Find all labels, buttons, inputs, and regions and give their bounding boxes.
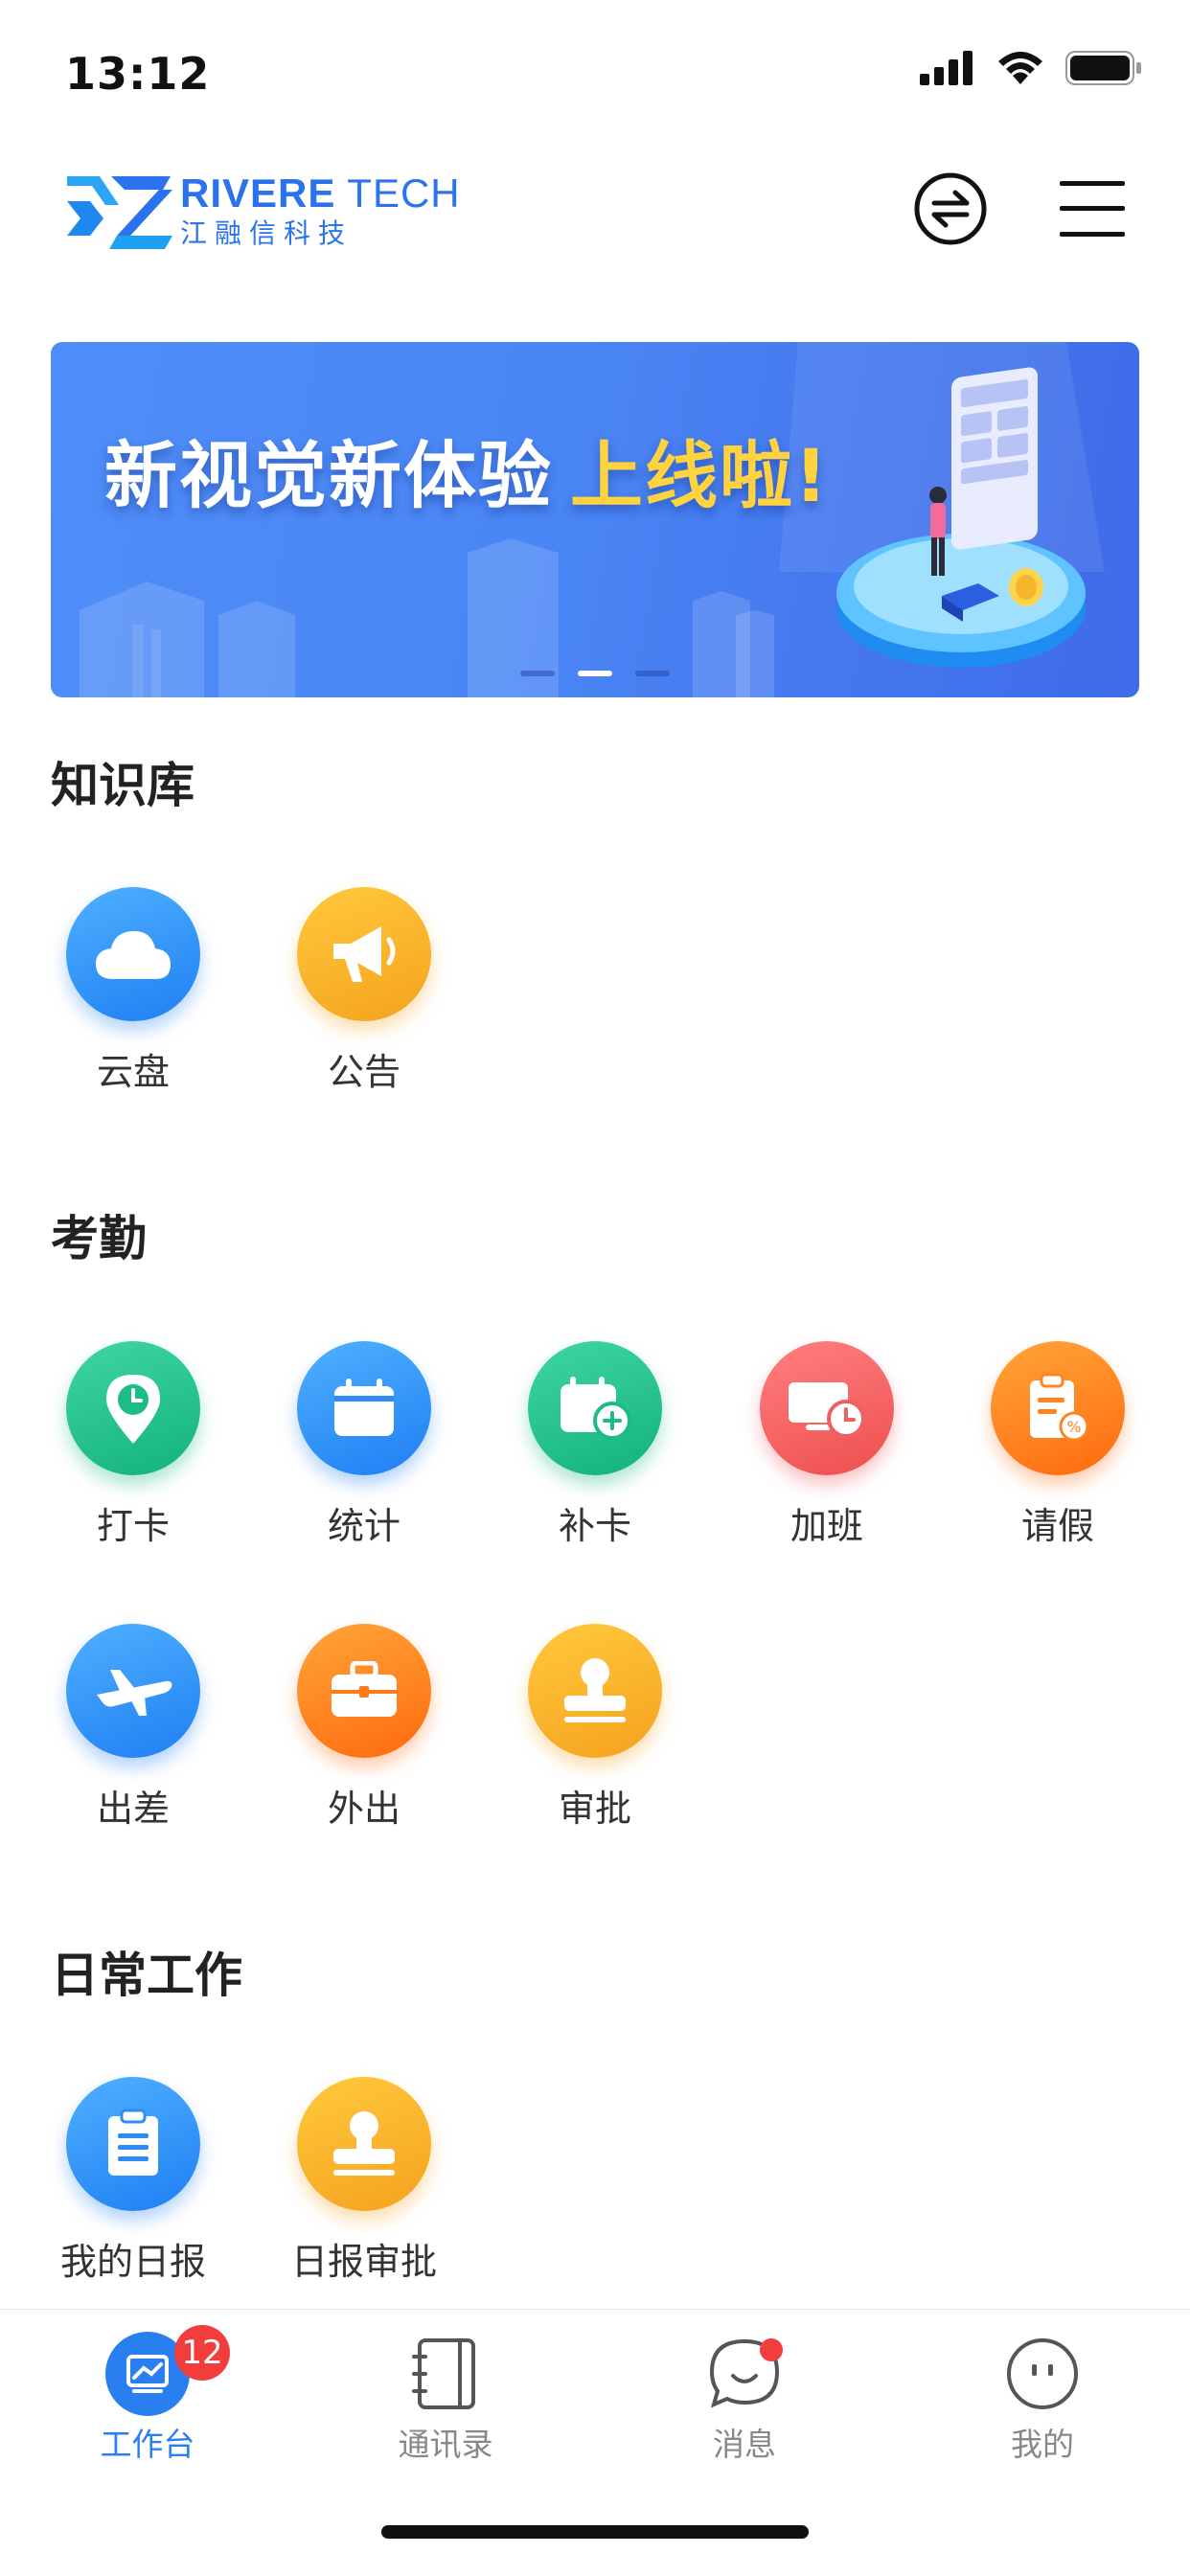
tab-label: 通讯录	[398, 2426, 493, 2463]
section-title-daily-work: 日常工作	[51, 1948, 242, 2003]
rivere-logo-mark-icon	[67, 176, 172, 249]
notification-badge: 12	[174, 2325, 230, 2381]
airplane-icon	[97, 1670, 172, 1716]
battery-icon	[1065, 51, 1141, 85]
tile-label: 日报审批	[290, 2241, 437, 2283]
brand-logo: RIVERE TECH 江融信科技	[67, 172, 461, 251]
tab-workbench[interactable]: 12 工作台	[52, 2325, 243, 2465]
location-clock-icon	[106, 1375, 160, 1444]
tile-leave[interactable]: % 请假	[962, 1341, 1154, 1549]
pagination-dot-2-active[interactable]	[578, 671, 612, 676]
tile-clock-in[interactable]: 打卡	[37, 1341, 229, 1549]
calendar-add-icon	[561, 1377, 631, 1440]
menu-icon	[1060, 181, 1125, 237]
tile-statistics[interactable]: 统计	[268, 1341, 460, 1549]
tile-reissue-card[interactable]: 补卡	[499, 1341, 691, 1549]
tile-label: 请假	[1020, 1505, 1094, 1547]
menu-button[interactable]	[1054, 171, 1131, 247]
tab-label: 我的	[1011, 2426, 1074, 2463]
logo-english-text: RIVERE TECH	[180, 171, 461, 216]
tile-label: 出差	[96, 1788, 170, 1830]
banner-pagination	[520, 671, 670, 676]
tab-messages[interactable]: 消息	[649, 2331, 840, 2465]
tile-announcement[interactable]: 公告	[268, 887, 460, 1095]
tile-daily-report-approval[interactable]: 日报审批	[268, 2077, 460, 2285]
stamp-icon	[564, 1658, 626, 1722]
tile-label: 统计	[327, 1505, 400, 1547]
tile-label: 外出	[327, 1788, 400, 1830]
cloud-icon	[96, 931, 171, 979]
tab-profile[interactable]: 我的	[947, 2331, 1138, 2465]
status-time: 13:12	[65, 48, 211, 100]
tile-approval[interactable]: 审批	[499, 1624, 691, 1832]
banner-headline-main: 新视觉新体验	[104, 433, 553, 518]
calendar-icon	[334, 1379, 394, 1436]
tile-label: 补卡	[558, 1505, 631, 1547]
unread-dot	[760, 2338, 783, 2361]
tile-cloud-drive[interactable]: 云盘	[37, 887, 229, 1095]
svg-text:%: %	[1066, 1418, 1081, 1436]
stamp-icon	[333, 2111, 395, 2176]
tab-label: 工作台	[100, 2426, 195, 2463]
tile-label: 云盘	[96, 1051, 170, 1093]
tile-label: 加班	[790, 1505, 863, 1547]
tile-label: 审批	[558, 1788, 631, 1830]
app-header: RIVERE TECH 江融信科技	[0, 153, 1190, 278]
tile-label: 我的日报	[59, 2241, 206, 2283]
contacts-book-icon	[412, 2338, 475, 2409]
wifi-icon	[998, 52, 1042, 84]
profile-face-icon	[1007, 2338, 1078, 2409]
tile-label: 公告	[327, 1051, 400, 1093]
report-icon	[108, 2109, 158, 2176]
tab-label: 消息	[713, 2426, 776, 2463]
home-indicator	[381, 2525, 809, 2539]
logo-chinese-text: 江融信科技	[180, 217, 354, 249]
pagination-dot-1[interactable]	[520, 671, 555, 676]
tile-business-trip[interactable]: 出差	[37, 1624, 229, 1832]
banner-headline: 新视觉新体验 上线啦!	[104, 417, 830, 522]
signal-icon	[920, 51, 973, 85]
tab-contacts[interactable]: 通讯录	[350, 2331, 541, 2465]
section-title-attendance: 考勤	[51, 1211, 147, 1266]
swap-icon	[914, 172, 987, 245]
briefcase-icon	[332, 1661, 397, 1717]
promo-banner[interactable]: 新视觉新体验 上线啦!	[51, 342, 1139, 697]
tile-my-daily-report[interactable]: 我的日报	[37, 2077, 229, 2285]
status-bar: 13:12	[0, 0, 1190, 144]
banner-headline-accent: 上线啦!	[570, 433, 830, 518]
tile-going-out[interactable]: 外出	[268, 1624, 460, 1832]
clipboard-icon: %	[1030, 1373, 1089, 1442]
tile-overtime[interactable]: 加班	[731, 1341, 923, 1549]
megaphone-icon	[333, 926, 396, 982]
status-icons	[920, 50, 1142, 86]
tile-label: 打卡	[96, 1505, 170, 1547]
section-title-knowledge: 知识库	[51, 758, 195, 813]
pagination-dot-3[interactable]	[635, 671, 670, 676]
switch-button[interactable]	[912, 171, 989, 247]
monitor-clock-icon	[789, 1382, 865, 1438]
